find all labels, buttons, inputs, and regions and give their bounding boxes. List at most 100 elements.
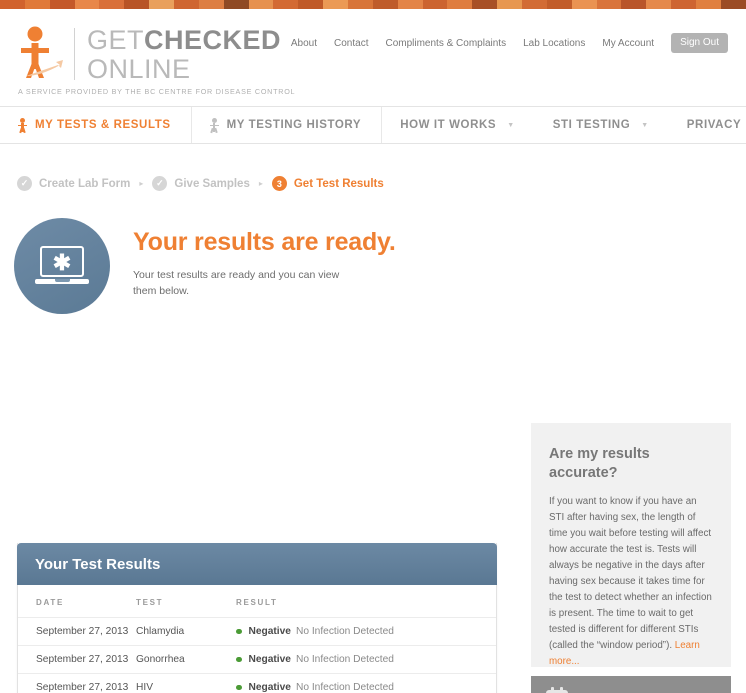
result-detail-text: No Infection Detected [295, 654, 394, 665]
stripe-block [422, 0, 448, 9]
table-row: September 27, 2013 Gonorrhea Negative No In… [18, 645, 496, 674]
status-dot-icon [236, 684, 242, 691]
laptop-asterisk-icon: ✱ [14, 218, 110, 314]
utility-nav-link[interactable]: About [291, 38, 317, 49]
progress-step-3[interactable]: 3 Get Test Results [271, 176, 384, 191]
nav-item-label: MY TESTS & RESULTS [35, 119, 171, 131]
stripe-block [149, 0, 175, 9]
accuracy-panel-body: If you want to know if you have an STI a… [549, 494, 713, 670]
utility-nav-link[interactable]: My Account [602, 38, 654, 49]
site-logo[interactable]: GETCHECKED ONLINE [18, 26, 281, 83]
decorative-top-stripe [0, 0, 746, 9]
cell-date: September 27, 2013 [18, 645, 136, 674]
nav-item-how-it-works[interactable]: HOW IT WORKS ▼ [382, 107, 535, 143]
cell-date: September 27, 2013 [18, 673, 136, 693]
stripe-block [497, 0, 523, 9]
column-header-test: TEST [136, 585, 236, 618]
stripe-block [298, 0, 324, 9]
results-ready-hero: ✱ Your results are ready. Your test resu… [0, 191, 746, 314]
stripe-block [273, 0, 299, 9]
site-header: GETCHECKED ONLINE A SERVICE PROVIDED BY … [0, 9, 746, 106]
stripe-block [99, 0, 125, 9]
progress-steps: ✓ Create Lab Form ▸ ✓ Give Samples ▸ 3 Get Test… [0, 144, 746, 191]
stripe-block [348, 0, 373, 9]
main-navigation: MY TESTS & RESULTS MY TESTING HISTORY HOW … [0, 106, 746, 144]
step-separator-icon: ▸ [258, 179, 263, 188]
logo-text-online: ONLINE [87, 54, 191, 84]
logo-text-checked: CHECKED [144, 25, 282, 55]
step-check-icon: ✓ [17, 176, 32, 191]
cell-result: Negative No Infection Detected [236, 645, 496, 674]
table-header-row: DATE TEST RESULT [18, 585, 496, 618]
asterisk-glyph: ✱ [52, 250, 72, 275]
nav-item-sti-testing[interactable]: STI TESTING ▼ [535, 107, 669, 143]
accuracy-info-panel: Are my results accurate? If you want to … [531, 423, 731, 667]
utility-nav-link[interactable]: Compliments & Complaints [385, 38, 506, 49]
page-content: ✱ Your results are ready. Your test resu… [0, 191, 746, 693]
stripe-block [0, 0, 25, 9]
utility-nav: About Contact Compliments & Complaints Lab … [291, 33, 728, 53]
cell-date: September 27, 2013 [18, 617, 136, 646]
stripe-block [621, 0, 647, 9]
status-dot-icon [236, 628, 242, 635]
stripe-block [546, 0, 572, 9]
utility-nav-link[interactable]: Lab Locations [523, 38, 585, 49]
stripe-block [74, 0, 100, 9]
stripe-block [24, 0, 50, 9]
test-results-table: DATE TEST RESULT September 27, 2013 Chlam… [18, 585, 496, 693]
person-icon [209, 117, 219, 133]
cell-test: Gonorrhea [136, 645, 236, 674]
page-title: Your results are ready. [133, 228, 396, 256]
stripe-block [198, 0, 224, 9]
stripe-block [596, 0, 622, 9]
sign-out-button[interactable]: Sign Out [671, 33, 728, 53]
cell-result: Negative No Infection Detected [236, 617, 496, 646]
chevron-down-icon[interactable]: ▼ [507, 122, 515, 129]
nav-item-label: PRIVACY [686, 119, 742, 131]
stripe-block [646, 0, 672, 9]
progress-step-1[interactable]: ✓ Create Lab Form [17, 176, 130, 191]
stripe-block [720, 0, 746, 9]
page-subtitle: Your test results are ready and you can … [133, 269, 340, 298]
nav-item-privacy[interactable]: PRIVACY▼ [669, 107, 746, 143]
logo-text-get: GET [87, 25, 145, 55]
utility-nav-link[interactable]: Contact [334, 38, 368, 49]
stripe-block [174, 0, 199, 9]
cell-result: Negative No Infection Detected [236, 673, 496, 693]
person-arrow-logo-icon [18, 26, 64, 82]
accuracy-panel-heading: Are my results accurate? [549, 446, 650, 481]
status-badge: Negative [248, 682, 291, 693]
progress-step-2[interactable]: ✓ Give Samples [152, 176, 250, 191]
stripe-block [447, 0, 473, 9]
nav-item-my-tests-results[interactable]: MY TESTS & RESULTS [0, 107, 192, 143]
stripe-block [696, 0, 721, 9]
test-results-card: Your Test Results DATE TEST RESULT Septe… [17, 543, 497, 693]
stripe-block [372, 0, 398, 9]
nav-item-label: HOW IT WORKS [400, 119, 497, 131]
step-check-icon: ✓ [152, 176, 168, 191]
stripe-block [49, 0, 75, 9]
test-results-card-title: Your Test Results [17, 543, 497, 585]
cell-test: HIV [136, 673, 236, 693]
nav-item-label: STI TESTING [552, 119, 631, 131]
result-detail-text: No Infection Detected [295, 682, 394, 693]
chevron-down-icon[interactable]: ▼ [641, 122, 649, 129]
status-badge: Negative [248, 654, 291, 665]
progress-step-label: Get Test Results [293, 177, 384, 190]
stripe-block [248, 0, 274, 9]
column-header-result: RESULT [236, 585, 496, 618]
stripe-block [472, 0, 498, 9]
cell-test: Chlamydia [136, 617, 236, 646]
progress-step-label: Give Samples [174, 177, 250, 190]
person-icon [18, 117, 27, 133]
step-number-badge: 3 [271, 176, 287, 191]
stripe-block [522, 0, 547, 9]
stripe-block [671, 0, 697, 9]
stripe-block [223, 0, 249, 9]
column-header-date: DATE [18, 585, 136, 618]
logo-divider [74, 28, 75, 80]
table-row: September 27, 2013 Chlamydia Negative No In… [18, 617, 496, 646]
nav-item-my-testing-history[interactable]: MY TESTING HISTORY [192, 107, 383, 143]
table-row: September 27, 2013 HIV Negative No Infectio… [18, 673, 496, 693]
status-dot-icon [236, 656, 242, 663]
